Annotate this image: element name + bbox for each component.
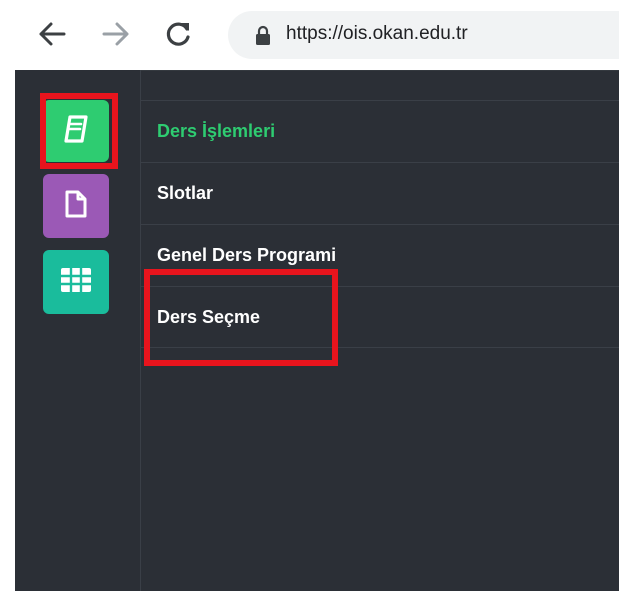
document-button[interactable]	[43, 174, 109, 238]
book-icon	[61, 114, 91, 148]
menu-item-label: Slotlar	[157, 183, 214, 203]
icon-sidebar	[15, 70, 141, 591]
menu-item-ders-secme[interactable]: Ders Seçme	[141, 286, 619, 348]
course-book-button[interactable]	[43, 100, 109, 162]
menu-item-label: Genel Ders Programi	[157, 245, 337, 265]
address-bar[interactable]: https://ois.okan.edu.tr	[228, 11, 619, 59]
forward-arrow-icon[interactable]	[98, 16, 134, 52]
lock-icon	[256, 25, 270, 45]
url-text: https://ois.okan.edu.tr	[286, 23, 468, 44]
menu-item-label: Ders Seçme	[157, 306, 261, 327]
file-icon	[63, 189, 89, 223]
page-margin	[0, 70, 15, 591]
reload-icon[interactable]	[161, 16, 197, 52]
grid-icon	[61, 268, 91, 296]
back-arrow-icon[interactable]	[34, 16, 70, 52]
menu-item-ders-islemleri[interactable]: Ders İşlemleri	[141, 100, 619, 162]
schedule-grid-button[interactable]	[43, 250, 109, 314]
menu-item-slotlar[interactable]: Slotlar	[141, 162, 619, 224]
course-menu: Ders İşlemleri Slotlar Genel Ders Progra…	[141, 100, 619, 348]
browser-toolbar: https://ois.okan.edu.tr	[0, 0, 619, 70]
menu-item-label: Ders İşlemleri	[157, 121, 276, 141]
menu-item-genel-ders-programi[interactable]: Genel Ders Programi	[141, 224, 619, 286]
